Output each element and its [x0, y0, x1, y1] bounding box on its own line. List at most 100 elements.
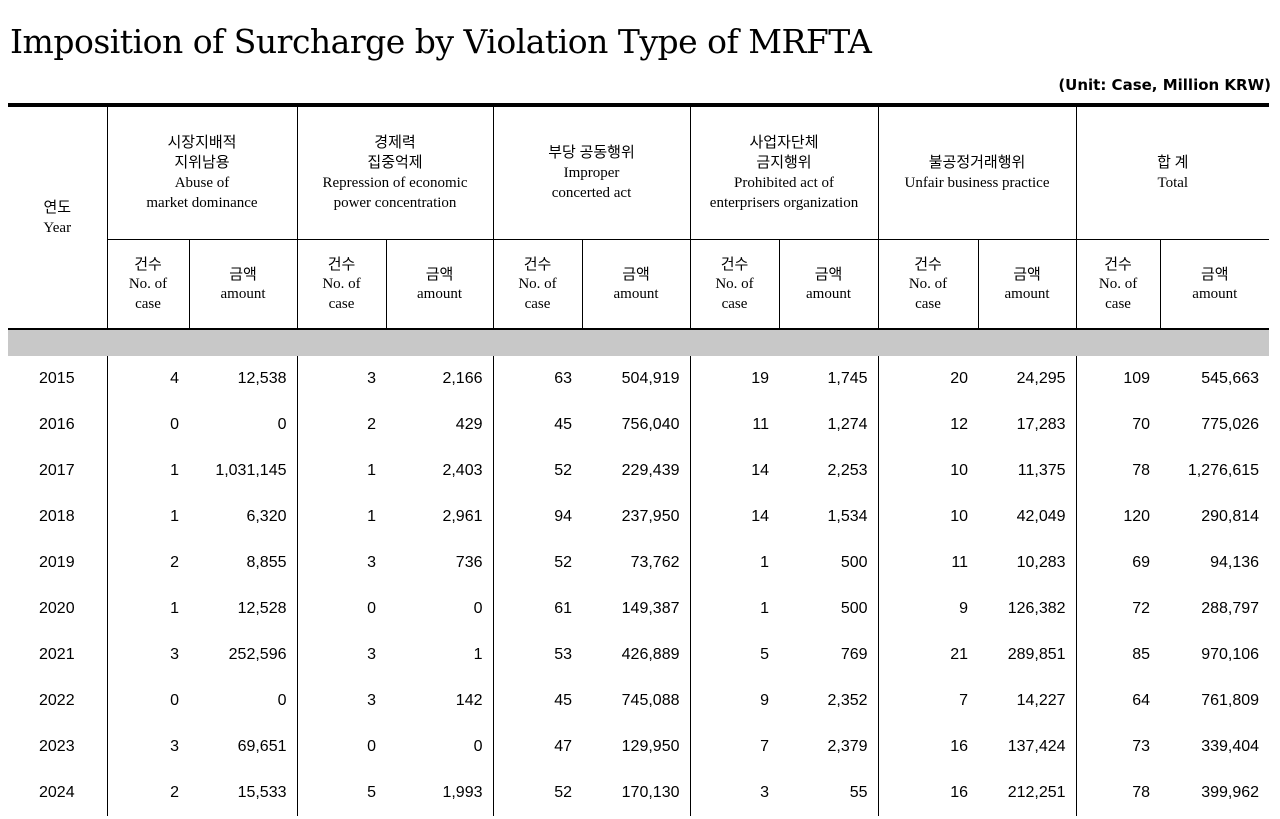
- group-header-unfair: 불공정거래행위 Unfair business practice: [878, 103, 1077, 240]
- case-count-cell: 52: [554, 462, 572, 479]
- amount-cell: 761,809: [1201, 692, 1260, 709]
- amount-cell: 14,227: [978, 678, 1077, 724]
- amount-cell: 2,403: [386, 448, 494, 494]
- group-header-en: power concentration: [333, 195, 457, 211]
- group-header-en: Total: [1157, 175, 1189, 191]
- subheader-amount: 금액 amount: [189, 239, 298, 330]
- amount-cell: 429: [386, 402, 494, 448]
- subheader-case-en: No. of: [715, 276, 754, 292]
- subheader-amount-en: amount: [220, 286, 266, 302]
- amount-cell: 0: [189, 678, 298, 724]
- amount-cell: 2,961: [386, 494, 494, 540]
- subheader-case: 건수 No. of case: [493, 239, 583, 330]
- year-cell: 2020: [8, 586, 108, 632]
- amount-cell: 12,538: [189, 356, 298, 402]
- amount-cell: 736: [386, 540, 494, 586]
- year-cell: 2018: [8, 494, 108, 540]
- case-count-cell: 3: [170, 646, 179, 663]
- amount-cell: 137,424: [978, 724, 1077, 770]
- case-count-cell: 9: [959, 600, 969, 617]
- subheader-case: 건수 No. of case: [297, 239, 387, 330]
- case-count-cell: 45: [554, 416, 572, 433]
- subheader-amount: 금액 amount: [1160, 239, 1270, 330]
- subheader-case-en: case: [721, 296, 748, 312]
- case-count-cell: 16: [950, 738, 969, 755]
- case-count-cell: 64: [1132, 692, 1151, 709]
- table-row: 2024 2 15,533 5 1,993 52 170,130 3 55 16 212,251 78…: [8, 770, 1269, 816]
- subheader-case: 건수 No. of case: [690, 239, 780, 330]
- case-count-cell: 3: [367, 692, 376, 709]
- case-count-cell: 1: [367, 462, 376, 479]
- case-count-cell: 120: [1123, 508, 1151, 525]
- subheader-amount-kr: 금액: [229, 265, 257, 283]
- case-count-cell: 16: [950, 784, 969, 801]
- group-header-kr: 부당 공동행위: [548, 145, 635, 161]
- subheader-amount-kr: 금액: [814, 265, 843, 283]
- amount-cell: 129,950: [582, 724, 691, 770]
- year-cell: 2019: [8, 540, 108, 586]
- amount-cell: 426,889: [582, 632, 691, 678]
- table-row: 2022 0 0 3 142 45 745,088 9 2,352 7 14,227 64 761,80…: [8, 678, 1269, 724]
- case-count-cell: 11: [752, 416, 769, 433]
- case-count-cell: 94: [554, 508, 572, 525]
- amount-cell: 500: [779, 540, 879, 586]
- amount-cell: 237,950: [582, 494, 691, 540]
- amount-cell: 500: [779, 586, 879, 632]
- amount-cell: 12,528: [189, 586, 298, 632]
- case-count-cell: 69: [1132, 554, 1151, 571]
- page-title: Imposition of Surcharge by Violation Typ…: [10, 22, 872, 61]
- case-count-cell: 52: [554, 784, 572, 801]
- year-cell: 2015: [8, 356, 108, 402]
- case-count-cell: 3: [367, 370, 376, 387]
- group-header-kr: 합 계: [1157, 155, 1189, 171]
- case-count-cell: 2: [367, 416, 376, 433]
- subheader-amount: 금액 amount: [386, 239, 494, 330]
- amount-cell: 399,962: [1201, 784, 1260, 801]
- case-count-cell: 0: [367, 600, 376, 617]
- header-row-subcolumns: 건수 No. of case 금액 amount 건수 No. of case 금액 amount…: [8, 239, 1270, 330]
- group-header-abuse: 시장지배적 지위남용 Abuse of market dominance: [107, 103, 298, 240]
- case-count-cell: 7: [959, 692, 969, 709]
- group-header-kr: 금지행위: [756, 155, 812, 171]
- case-count-cell: 7: [760, 738, 769, 755]
- table-row: 2020 1 12,528 0 0 61 149,387 1 500 9 126,382 72 288,…: [8, 586, 1269, 632]
- amount-cell: 775,026: [1201, 416, 1260, 433]
- subheader-case-kr: 건수: [327, 255, 356, 273]
- case-count-cell: 70: [1132, 416, 1151, 433]
- year-cell: 2024: [8, 770, 108, 816]
- amount-cell: 2,379: [779, 724, 879, 770]
- amount-cell: 55: [779, 770, 879, 816]
- surcharge-table: 연도 Year 시장지배적 지위남용 Abuse of market domin…: [8, 103, 1270, 816]
- group-header-kr: 지위남용: [174, 155, 230, 171]
- group-header-kr: 경제력: [374, 135, 416, 151]
- case-count-cell: 61: [554, 600, 572, 617]
- amount-cell: 42,049: [978, 494, 1077, 540]
- amount-cell: 769: [779, 632, 879, 678]
- subheader-amount: 금액 amount: [582, 239, 691, 330]
- case-count-cell: 21: [950, 646, 969, 663]
- group-header-kr: 사업자단체: [749, 135, 819, 151]
- subheader-amount-en: amount: [613, 286, 659, 302]
- case-count-cell: 3: [760, 784, 769, 801]
- amount-cell: 15,533: [189, 770, 298, 816]
- amount-cell: 252,596: [189, 632, 298, 678]
- amount-cell: 339,404: [1201, 738, 1260, 755]
- case-count-cell: 1: [170, 462, 179, 479]
- case-count-cell: 2: [170, 554, 179, 571]
- subheader-case-en: No. of: [128, 276, 168, 292]
- case-count-cell: 12: [950, 416, 969, 433]
- group-header-en: Prohibited act of: [734, 175, 834, 191]
- case-count-cell: 20: [950, 370, 969, 387]
- shaded-band: [8, 329, 1270, 356]
- subheader-case: 건수 No. of case: [1076, 239, 1161, 330]
- case-count-cell: 9: [760, 692, 769, 709]
- amount-cell: 1,534: [779, 494, 879, 540]
- table-row: 2023 3 69,651 0 0 47 129,950 7 2,379 16 137,424 73 3…: [8, 724, 1269, 770]
- amount-cell: 212,251: [978, 770, 1077, 816]
- amount-cell: 545,663: [1201, 370, 1260, 387]
- case-count-cell: 78: [1132, 462, 1151, 479]
- subheader-case-en: No. of: [518, 276, 557, 292]
- amount-cell: 290,814: [1201, 508, 1260, 525]
- subheader-case-en: case: [328, 296, 355, 312]
- group-header-total: 합 계 Total: [1076, 103, 1270, 240]
